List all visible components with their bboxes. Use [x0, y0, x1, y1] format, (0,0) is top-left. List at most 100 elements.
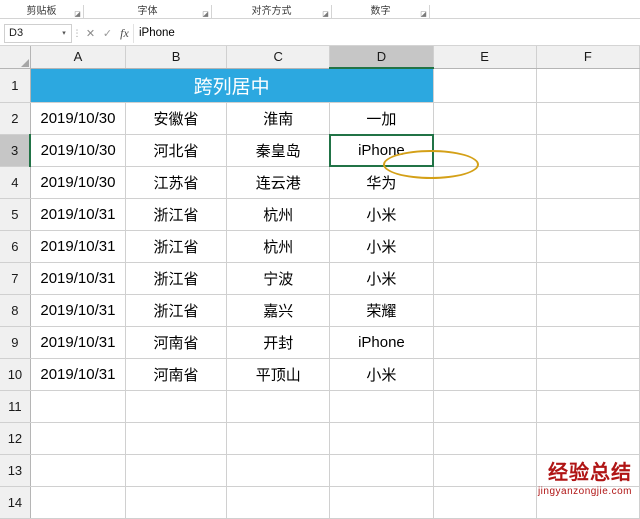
column-header-C[interactable]: C — [226, 46, 331, 69]
chevron-down-icon[interactable]: ▾ — [57, 29, 71, 37]
row-header-12[interactable]: 12 — [0, 422, 31, 455]
cell-F1[interactable] — [536, 68, 640, 103]
cell-D11[interactable] — [329, 390, 434, 423]
cell-F6[interactable] — [536, 230, 640, 263]
row-header-10[interactable]: 10 — [0, 358, 31, 391]
cell-A13[interactable] — [30, 454, 126, 487]
merged-banner-cell[interactable]: 跨列居中 — [30, 68, 434, 103]
cell-E8[interactable] — [433, 294, 537, 327]
cell-A4[interactable]: 2019/10/30 — [30, 166, 126, 199]
cell-C13[interactable] — [226, 454, 331, 487]
row-header-2[interactable]: 2 — [0, 102, 31, 135]
cell-E11[interactable] — [433, 390, 537, 423]
cell-E7[interactable] — [433, 262, 537, 295]
cell-D4[interactable]: 华为 — [329, 166, 434, 199]
select-all-corner[interactable] — [0, 46, 31, 69]
cell-D2[interactable]: 一加 — [329, 102, 434, 135]
cell-B10[interactable]: 河南省 — [125, 358, 228, 391]
cell-A6[interactable]: 2019/10/31 — [30, 230, 126, 263]
cell-A5[interactable]: 2019/10/31 — [30, 198, 126, 231]
cell-E4[interactable] — [433, 166, 537, 199]
cell-F7[interactable] — [536, 262, 640, 295]
cell-B2[interactable]: 安徽省 — [125, 102, 228, 135]
spreadsheet-grid[interactable]: A B C D E F 1 跨列居中 2 2019/10/30 安徽省 淮南 一… — [0, 46, 640, 519]
cell-C10[interactable]: 平顶山 — [226, 358, 331, 391]
cell-E10[interactable] — [433, 358, 537, 391]
cell-F12[interactable] — [536, 422, 640, 455]
cell-D14[interactable] — [329, 486, 434, 519]
cell-B9[interactable]: 河南省 — [125, 326, 228, 359]
cell-E2[interactable] — [433, 102, 537, 135]
row-header-9[interactable]: 9 — [0, 326, 31, 359]
formula-input[interactable]: iPhone — [133, 23, 640, 43]
cell-B11[interactable] — [125, 390, 228, 423]
cell-E13[interactable] — [433, 454, 537, 487]
cell-B7[interactable]: 浙江省 — [125, 262, 228, 295]
row-header-13[interactable]: 13 — [0, 454, 31, 487]
cell-C12[interactable] — [226, 422, 331, 455]
cell-F4[interactable] — [536, 166, 640, 199]
cell-B3[interactable]: 河北省 — [125, 134, 228, 167]
cell-D8[interactable]: 荣耀 — [329, 294, 434, 327]
cell-A10[interactable]: 2019/10/31 — [30, 358, 126, 391]
cell-B4[interactable]: 江苏省 — [125, 166, 228, 199]
column-header-A[interactable]: A — [30, 46, 126, 69]
row-header-8[interactable]: 8 — [0, 294, 31, 327]
cell-B6[interactable]: 浙江省 — [125, 230, 228, 263]
cell-A12[interactable] — [30, 422, 126, 455]
confirm-icon[interactable]: ✓ — [99, 24, 116, 43]
column-header-E[interactable]: E — [433, 46, 537, 69]
cell-F2[interactable] — [536, 102, 640, 135]
cell-F8[interactable] — [536, 294, 640, 327]
cell-D6[interactable]: 小米 — [329, 230, 434, 263]
cell-E12[interactable] — [433, 422, 537, 455]
cell-C11[interactable] — [226, 390, 331, 423]
cell-B13[interactable] — [125, 454, 228, 487]
insert-function-icon[interactable]: fx — [116, 24, 133, 43]
cell-B14[interactable] — [125, 486, 228, 519]
cell-C7[interactable]: 宁波 — [226, 262, 331, 295]
cell-D7[interactable]: 小米 — [329, 262, 434, 295]
name-box[interactable]: D3 ▾ — [4, 23, 72, 43]
cell-A7[interactable]: 2019/10/31 — [30, 262, 126, 295]
cell-C3[interactable]: 秦皇岛 — [226, 134, 331, 167]
number-dialog-launcher-icon[interactable]: ◪ — [420, 11, 427, 18]
cell-E3[interactable] — [433, 134, 537, 167]
cell-E9[interactable] — [433, 326, 537, 359]
cell-D3[interactable]: iPhone — [328, 133, 434, 167]
cell-A11[interactable] — [30, 390, 126, 423]
row-header-4[interactable]: 4 — [0, 166, 31, 199]
cell-F11[interactable] — [536, 390, 640, 423]
cell-D12[interactable] — [329, 422, 434, 455]
row-header-11[interactable]: 11 — [0, 390, 31, 423]
column-header-D[interactable]: D — [329, 46, 434, 69]
cell-A2[interactable]: 2019/10/30 — [30, 102, 126, 135]
cell-A3[interactable]: 2019/10/30 — [30, 134, 126, 167]
row-header-14[interactable]: 14 — [0, 486, 31, 519]
cell-D13[interactable] — [329, 454, 434, 487]
cell-C6[interactable]: 杭州 — [226, 230, 331, 263]
formula-bar-gripper-icon[interactable]: ⋮ — [72, 24, 82, 43]
clipboard-dialog-launcher-icon[interactable]: ◪ — [74, 11, 81, 18]
cell-E1[interactable] — [433, 68, 537, 103]
cell-D5[interactable]: 小米 — [329, 198, 434, 231]
cell-C2[interactable]: 淮南 — [226, 102, 331, 135]
row-header-6[interactable]: 6 — [0, 230, 31, 263]
cell-F3[interactable] — [536, 134, 640, 167]
cell-C5[interactable]: 杭州 — [226, 198, 331, 231]
cell-B12[interactable] — [125, 422, 228, 455]
column-header-B[interactable]: B — [125, 46, 228, 69]
cell-C9[interactable]: 开封 — [226, 326, 331, 359]
cell-D9[interactable]: iPhone — [329, 326, 434, 359]
cell-F5[interactable] — [536, 198, 640, 231]
cell-E5[interactable] — [433, 198, 537, 231]
cell-C14[interactable] — [226, 486, 331, 519]
cell-A9[interactable]: 2019/10/31 — [30, 326, 126, 359]
cell-B5[interactable]: 浙江省 — [125, 198, 228, 231]
cell-C8[interactable]: 嘉兴 — [226, 294, 331, 327]
cell-A14[interactable] — [30, 486, 126, 519]
column-header-F[interactable]: F — [536, 46, 640, 69]
cell-A8[interactable]: 2019/10/31 — [30, 294, 126, 327]
row-header-3[interactable]: 3 — [0, 134, 32, 167]
row-header-1[interactable]: 1 — [0, 68, 31, 103]
